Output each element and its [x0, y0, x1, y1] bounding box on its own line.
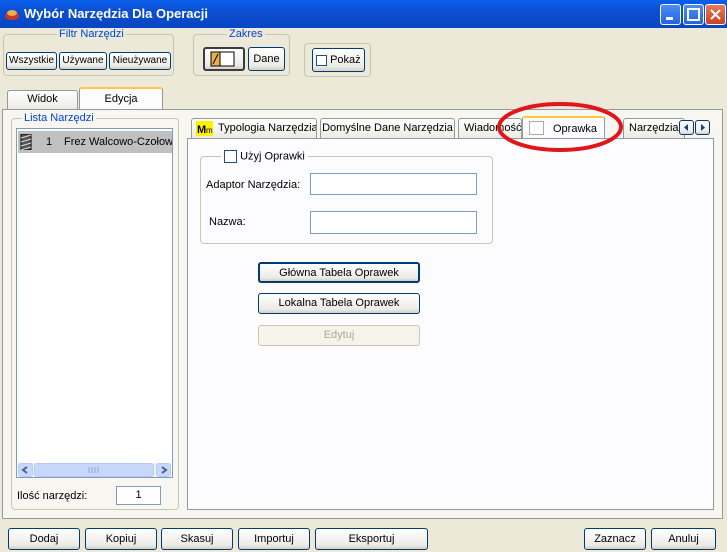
import-button[interactable]: Importuj: [238, 528, 310, 550]
title-bar[interactable]: Wybór Narzędzia Dla Operacji: [0, 0, 727, 28]
maximize-button[interactable]: [683, 4, 704, 25]
delete-button[interactable]: Skasuj: [161, 528, 233, 550]
svg-text:M: M: [197, 124, 206, 136]
close-button[interactable]: [705, 4, 726, 25]
filter-used-button[interactable]: Używane: [59, 52, 107, 70]
cancel-button[interactable]: Anuluj: [651, 528, 716, 550]
tool-name: Frez Walcowo-Czołowy: [64, 136, 172, 148]
svg-text:m: m: [206, 126, 213, 135]
tool-count-field: 1: [116, 486, 161, 505]
use-holder-label: Użyj Oprawki: [240, 150, 305, 163]
tool-count-label: Ilość narzędzi:: [17, 490, 88, 502]
show-button-label: Pokaż: [330, 54, 361, 66]
tool-icon: [20, 134, 32, 150]
export-button[interactable]: Eksportuj: [315, 528, 428, 550]
adapter-label: Adaptor Narzędzia:: [206, 179, 301, 191]
scroll-left-button[interactable]: [18, 463, 33, 477]
tab-default-data[interactable]: Domyślne Dane Narzędzia: [320, 118, 455, 138]
add-button[interactable]: Dodaj: [8, 528, 80, 550]
tab-scroll-left-button[interactable]: [679, 120, 694, 135]
edit-button[interactable]: Edytuj: [258, 325, 420, 346]
tab-tool-typology[interactable]: Mm Typologia Narzędzia: [191, 118, 317, 138]
scroll-right-button[interactable]: [156, 463, 171, 477]
maximize-icon: [687, 8, 700, 21]
use-holder-option[interactable]: Użyj Oprawki: [221, 150, 308, 163]
tab-holder-label: Oprawka: [553, 123, 598, 135]
chevron-left-icon: [684, 124, 688, 131]
range-group-title: Zakres: [227, 28, 265, 40]
copy-button[interactable]: Kopiuj: [85, 528, 157, 550]
close-icon: [710, 9, 721, 20]
range-data-button[interactable]: Dane: [248, 47, 285, 71]
minimize-button[interactable]: [660, 4, 681, 25]
tab-edit[interactable]: Edycja: [79, 87, 163, 110]
grip-icon: [88, 467, 99, 473]
tab-tools[interactable]: Narzędzia: [623, 118, 685, 138]
chevron-left-icon: [21, 466, 28, 474]
typology-icon: Mm: [196, 121, 213, 136]
name-label: Nazwa:: [209, 216, 246, 228]
use-holder-checkbox[interactable]: [224, 150, 237, 163]
select-button[interactable]: Zaznacz: [584, 528, 646, 550]
tab-message[interactable]: Wiadomość: [458, 118, 522, 138]
chevron-right-icon: [701, 124, 705, 131]
tab-view[interactable]: Widok: [7, 90, 78, 109]
tool-number: 1: [46, 136, 53, 148]
window-title: Wybór Narzędzia Dla Operacji: [24, 6, 208, 21]
tool-list-title: Lista Narzędzi: [22, 112, 96, 124]
tool-list[interactable]: 1 Frez Walcowo-Czołowy: [16, 128, 173, 478]
tab-holder[interactable]: Oprawka: [522, 116, 605, 139]
adapter-field[interactable]: [310, 173, 477, 195]
tab-tool-typology-label: Typologia Narzędzia: [218, 122, 317, 134]
local-table-button[interactable]: Lokalna Tabela Oprawek: [258, 293, 420, 314]
filter-group-title: Filtr Narzędzi: [57, 28, 126, 40]
app-icon: [5, 10, 19, 20]
show-button[interactable]: Pokaż: [312, 48, 365, 72]
show-checkbox[interactable]: [316, 54, 327, 66]
range-toggle-button[interactable]: [203, 47, 245, 71]
main-table-button[interactable]: Główna Tabela Oprawek: [258, 262, 420, 283]
minimize-icon: [666, 17, 673, 20]
list-item[interactable]: 1 Frez Walcowo-Czołowy: [18, 131, 172, 153]
list-scrollbar[interactable]: [18, 463, 171, 477]
tab-scroll-right-button[interactable]: [695, 120, 710, 135]
chevron-right-icon: [161, 466, 168, 474]
holder-tab-icon: [529, 121, 544, 135]
scroll-thumb[interactable]: [34, 463, 154, 477]
name-field[interactable]: [310, 211, 477, 234]
range-icon: [210, 51, 235, 67]
filter-all-button[interactable]: Wszystkie: [6, 52, 57, 70]
filter-unused-button[interactable]: Nieużywane: [109, 52, 171, 70]
